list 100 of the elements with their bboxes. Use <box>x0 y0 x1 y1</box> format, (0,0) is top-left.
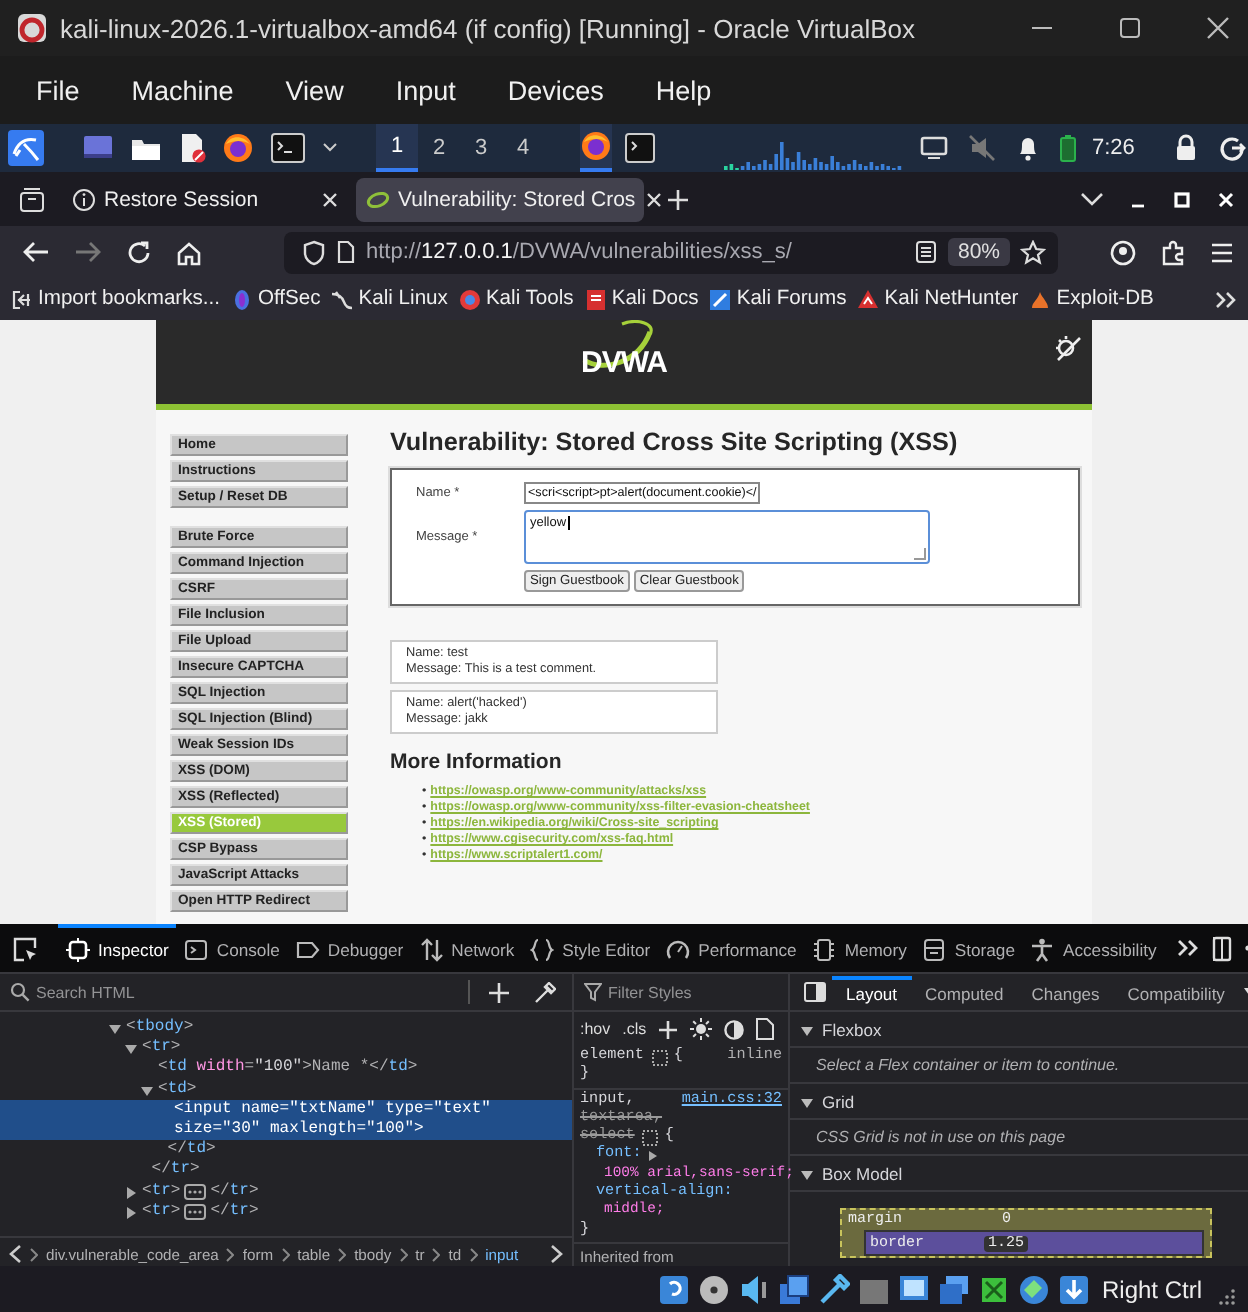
menu-item[interactable]: View <box>285 75 344 105</box>
dark-theme-icon[interactable] <box>724 1019 745 1039</box>
light-theme-icon[interactable] <box>690 1018 713 1040</box>
menu-item[interactable]: Help <box>655 75 712 105</box>
close-icon[interactable] <box>643 189 664 209</box>
disclosure-triangle-icon[interactable] <box>140 1083 154 1098</box>
devtools-tab[interactable]: Accessibility <box>1022 924 1165 972</box>
zoom-level-badge[interactable]: 80% <box>947 238 1010 266</box>
sidebar-tab[interactable]: Compatibility <box>1113 975 1239 1009</box>
disclosure-triangle-icon[interactable] <box>800 1024 814 1038</box>
bookmark-link[interactable]: Exploit-DB <box>1028 287 1154 311</box>
power-icon[interactable] <box>1218 134 1247 162</box>
bookmark-link[interactable]: Import bookmarks... <box>10 287 220 311</box>
html-markup[interactable]: </tr> <box>210 1181 259 1202</box>
html-markup[interactable]: </td> <box>167 1140 216 1161</box>
devtools-tab[interactable]: Network <box>411 924 523 972</box>
back-icon[interactable] <box>22 240 50 264</box>
firefox-icon[interactable] <box>222 132 254 164</box>
disclosure-triangle-icon[interactable] <box>124 1185 138 1200</box>
grid-icon[interactable] <box>651 1049 668 1066</box>
tab-list-icon[interactable] <box>18 185 46 213</box>
account-icon[interactable] <box>1110 239 1136 265</box>
display-icon[interactable] <box>897 1273 930 1305</box>
pseudo-class-toggle[interactable]: .cls <box>622 1020 647 1038</box>
bookmark-link[interactable]: OffSec <box>229 287 321 311</box>
keyboard-capture-icon[interactable] <box>1057 1273 1090 1305</box>
audio-icon[interactable] <box>737 1273 770 1305</box>
folder-icon[interactable] <box>130 134 162 162</box>
home-icon[interactable] <box>176 239 202 265</box>
section-title[interactable]: Flexbox <box>822 1019 882 1039</box>
selected-node-row[interactable]: <input name="txtName" type="text" size="30" maxlength="100"> <box>0 1099 572 1141</box>
html-markup[interactable]: </tr> <box>210 1201 259 1223</box>
html-markup[interactable]: <input name="txtName" type="text" size="30" maxlength="100"> <box>174 1099 564 1141</box>
html-markup[interactable]: <tr> <box>142 1201 181 1223</box>
plus-icon[interactable] <box>666 187 690 211</box>
bookmark-link[interactable]: Kali Linux <box>330 287 448 311</box>
optical-disc-icon[interactable] <box>697 1273 730 1305</box>
more-tabs-icon[interactable] <box>1176 938 1201 958</box>
document-icon[interactable] <box>178 132 206 164</box>
html-markup[interactable]: <td> <box>158 1079 197 1100</box>
bell-icon[interactable] <box>1016 134 1040 162</box>
bookmark-link[interactable]: Kali Forums <box>708 287 847 311</box>
close-icon[interactable] <box>320 189 340 209</box>
bookmark-link[interactable]: Kali Docs <box>583 287 699 311</box>
clock[interactable]: 7:26 <box>1092 136 1135 160</box>
html-markup[interactable]: <tr> <box>142 1181 181 1202</box>
workspace-button[interactable]: 2 <box>418 124 460 172</box>
disclosure-triangle-icon[interactable] <box>800 1096 814 1110</box>
html-markup[interactable]: <tr> <box>142 1038 181 1059</box>
battery-icon[interactable] <box>1060 134 1076 162</box>
caret-icon[interactable] <box>322 142 338 154</box>
maximize-icon[interactable] <box>1116 14 1144 42</box>
expand-triangle-icon[interactable] <box>647 1150 658 1163</box>
menu-icon[interactable] <box>1210 241 1234 263</box>
sidebar-tab[interactable]: Computed <box>911 975 1018 1009</box>
add-node-icon[interactable] <box>488 981 510 1003</box>
responsive-mode-icon[interactable] <box>1212 935 1233 961</box>
disclosure-triangle-icon[interactable] <box>124 1205 138 1220</box>
reload-icon[interactable] <box>126 239 152 265</box>
maximize-icon[interactable] <box>1172 189 1192 209</box>
sidebar-toggle-icon[interactable] <box>804 982 826 1002</box>
menu-item[interactable]: Devices <box>507 75 604 105</box>
close-icon[interactable] <box>1204 14 1232 42</box>
muted-speaker-icon[interactable] <box>968 134 996 162</box>
display-icon[interactable] <box>920 136 948 160</box>
grid-icon[interactable] <box>642 1129 659 1146</box>
search-html-field[interactable]: Search HTML <box>10 976 456 1008</box>
devtools-tab[interactable]: Storage <box>914 924 1023 972</box>
disclosure-triangle-icon[interactable] <box>124 1042 138 1057</box>
devtools-tab[interactable]: Debugger <box>287 924 412 972</box>
padlock-icon[interactable] <box>1174 134 1199 162</box>
address-bar[interactable]: http://127.0.0.1/DVWA/vulnerabilities/xss_s/ 80% <box>284 231 1058 273</box>
pseudo-class-toggle[interactable]: :hov <box>580 1020 611 1038</box>
section-title[interactable]: Grid <box>822 1091 855 1111</box>
desktop-icon[interactable] <box>82 134 114 162</box>
terminal-icon[interactable] <box>270 132 306 164</box>
more-bookmarks-icon[interactable] <box>1214 289 1238 309</box>
menu-item[interactable]: Machine <box>131 75 234 105</box>
disclosure-triangle-icon[interactable] <box>108 1022 122 1036</box>
workspace-button[interactable]: 3 <box>460 124 502 172</box>
workspace-button[interactable]: 1 <box>376 124 418 172</box>
bookmark-link[interactable]: Kali Tools <box>457 287 574 311</box>
devtools-tab[interactable]: Style Editor <box>522 924 659 972</box>
menu-item[interactable]: Input <box>395 75 456 105</box>
print-media-icon[interactable] <box>756 1018 775 1040</box>
sidebar-tab[interactable]: Layout <box>832 975 912 1009</box>
scroll-right-icon[interactable] <box>550 1244 564 1265</box>
chevron-down-icon[interactable] <box>1080 191 1104 207</box>
element-picker-icon[interactable] <box>12 935 38 961</box>
add-rule-icon[interactable] <box>658 1019 679 1039</box>
theme-toggle-icon[interactable] <box>1054 334 1082 362</box>
browser-tab[interactable]: Restore Session <box>62 177 350 221</box>
bookmark-link[interactable]: Kali NetHunter <box>856 287 1019 311</box>
resize-grip-icon[interactable] <box>1218 1288 1236 1306</box>
taskbar-button[interactable] <box>580 124 612 172</box>
menu-item[interactable]: File <box>36 75 80 105</box>
devtools-tab[interactable]: Console <box>176 924 288 972</box>
eyedropper-icon[interactable] <box>534 981 556 1003</box>
html-markup[interactable]: <td width="100">Name *</td> <box>158 1058 418 1080</box>
extensions-icon[interactable] <box>1160 239 1186 265</box>
